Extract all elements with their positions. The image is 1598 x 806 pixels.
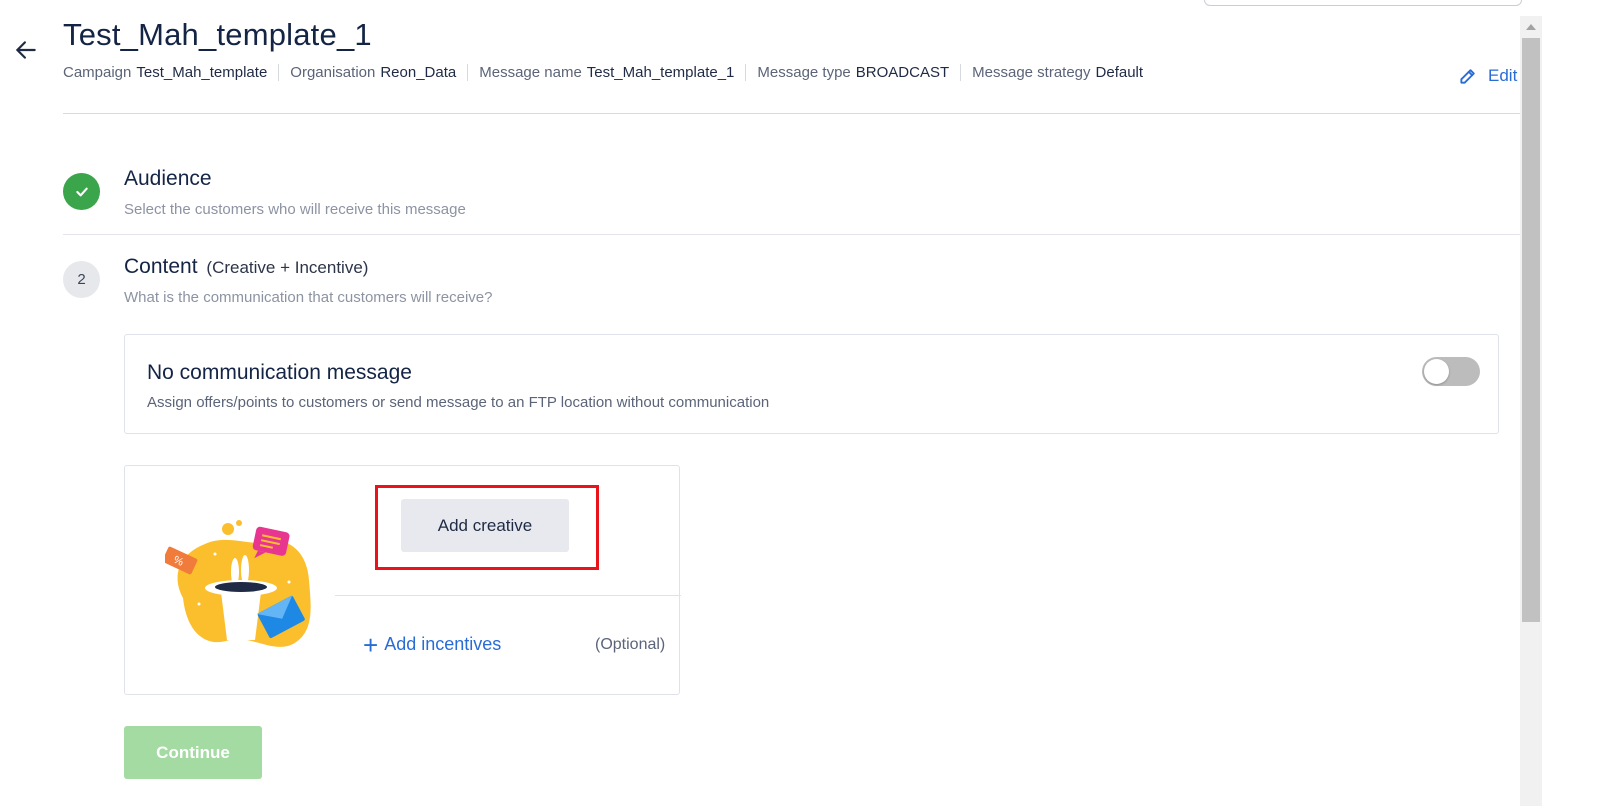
card-divider — [335, 595, 681, 596]
no-communication-title: No communication message — [147, 361, 412, 384]
content-step-title: Content (Creative + Incentive) — [124, 255, 368, 279]
no-communication-card: No communication message Assign offers/p… — [124, 334, 1499, 434]
meta-campaign: Campaign Test_Mah_template — [63, 64, 268, 81]
continue-button[interactable]: Continue — [124, 726, 262, 779]
meta-separator — [467, 64, 469, 81]
meta-separator — [745, 64, 747, 81]
content-step-title-text: Content — [124, 255, 198, 278]
add-incentives-link[interactable]: + Add incentives — [363, 629, 502, 660]
audience-step-title[interactable]: Audience — [124, 167, 212, 191]
content-step-title-note: (Creative + Incentive) — [206, 258, 369, 277]
audience-step-subtitle: Select the customers who will receive th… — [124, 201, 466, 218]
meta-separator — [960, 64, 962, 81]
step-divider — [63, 234, 1520, 235]
header-divider — [63, 113, 1520, 114]
no-communication-subtitle: Assign offers/points to customers or sen… — [147, 394, 770, 411]
add-creative-button[interactable]: Add creative — [401, 499, 569, 552]
back-button[interactable] — [12, 36, 40, 64]
meta-separator — [278, 64, 280, 81]
plus-icon: + — [363, 629, 379, 660]
scroll-up-arrow-icon[interactable] — [1526, 24, 1536, 30]
meta-message-type: Message type BROADCAST — [757, 64, 950, 81]
search-input-stub[interactable] — [1204, 0, 1522, 6]
no-communication-toggle[interactable] — [1422, 357, 1480, 386]
content-step-subtitle: What is the communication that customers… — [124, 289, 493, 306]
add-incentives-label: Add incentives — [384, 634, 502, 654]
pencil-icon — [1460, 69, 1475, 84]
creative-card: % Add creative + Add incentives (Optiona… — [124, 465, 681, 695]
meta-message-name: Message name Test_Mah_template_1 — [479, 64, 735, 81]
toggle-knob — [1424, 359, 1449, 384]
message-meta: Campaign Test_Mah_template Organisation … — [63, 64, 1143, 81]
magic-hat-illustration-icon: % — [165, 520, 311, 647]
edit-label: Edit — [1488, 66, 1518, 85]
vertical-scrollbar[interactable] — [1520, 16, 1542, 806]
scroll-thumb[interactable] — [1522, 38, 1540, 622]
meta-organisation: Organisation Reon_Data — [290, 64, 457, 81]
optional-label: (Optional) — [595, 636, 666, 653]
checkmark-icon — [75, 187, 88, 196]
edit-button[interactable]: Edit — [1458, 66, 1517, 86]
page-title: Test_Mah_template_1 — [63, 17, 372, 52]
meta-message-strategy: Message strategy Default — [972, 64, 1144, 81]
arrow-left-icon — [16, 41, 36, 59]
audience-step-complete-badge — [63, 173, 100, 210]
content-step-number-badge: 2 — [63, 261, 100, 298]
